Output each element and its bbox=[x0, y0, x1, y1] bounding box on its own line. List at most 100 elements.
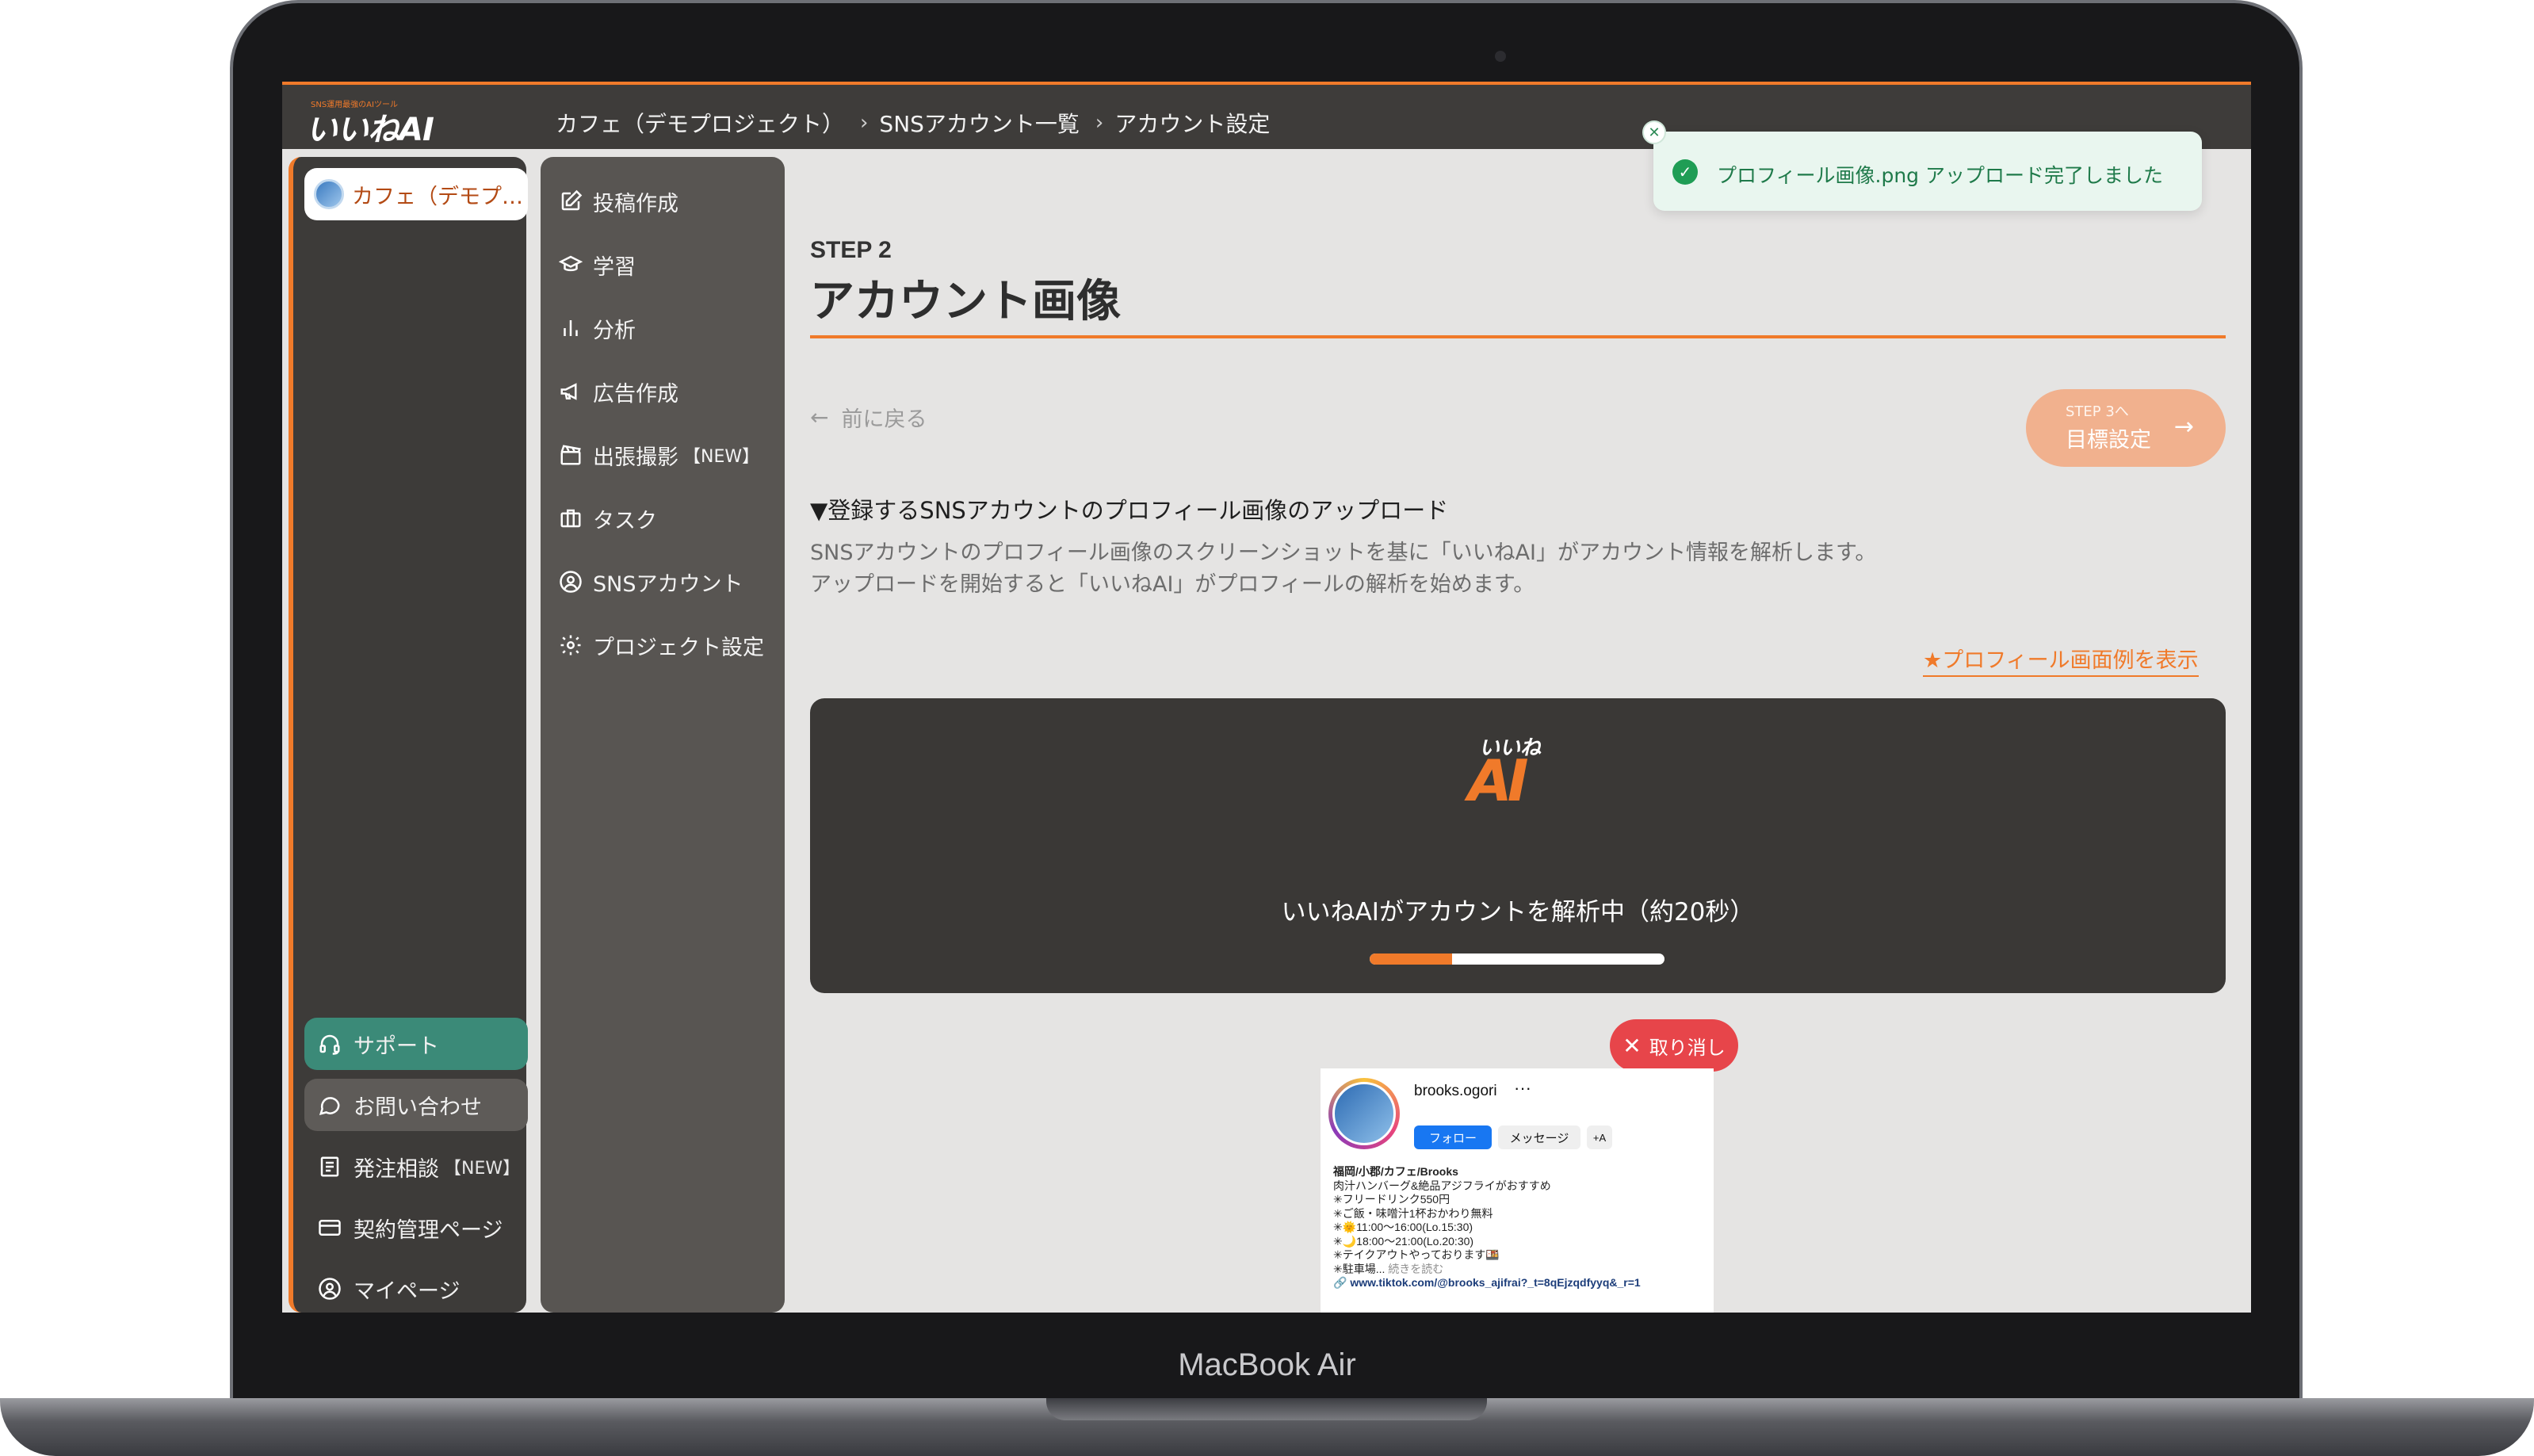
nav-item-label: 出張撮影 bbox=[593, 445, 678, 470]
nav-item-tasks[interactable]: タスク bbox=[556, 496, 657, 541]
bio-name: 福岡/小郡/カフェ/Brooks bbox=[1333, 1165, 1458, 1178]
laptop-hinge-notch bbox=[1046, 1398, 1487, 1420]
bio-link: 🔗 www.tiktok.com/@brooks_ajifrai?_t=8qEj… bbox=[1333, 1276, 1706, 1290]
page-title: アカウント画像 bbox=[810, 276, 1121, 327]
bio-line: 肉汁ハンバーグ&絶品アジフライがおすすめ bbox=[1333, 1179, 1551, 1192]
nav-item-project-settings[interactable]: プロジェクト設定 bbox=[556, 623, 764, 667]
nav-item-label: 学習 bbox=[593, 254, 636, 280]
close-icon: ✕ bbox=[1622, 1032, 1642, 1059]
description-line: SNSアカウントのプロフィール画像のスクリーンショットを基に「いいねAI」がアカ… bbox=[810, 541, 1877, 565]
sidebar-nav: 投稿作成 学習 分析 広告作成 出張撮影 【NEW】 タスク SNSアカウント bbox=[541, 157, 785, 1313]
bio-parking: ✳︎駐車場... bbox=[1333, 1262, 1385, 1275]
iine-ai-logo: いいね AI bbox=[1468, 732, 1579, 814]
edit-icon bbox=[556, 187, 585, 216]
bio-line: ✳︎テイクアウトやっております🍱 bbox=[1333, 1248, 1500, 1261]
breadcrumb-account-settings: アカウント設定 bbox=[1114, 111, 1271, 137]
contract-management-label: 契約管理ページ bbox=[354, 1217, 503, 1243]
camera bbox=[1495, 51, 1506, 62]
headset-icon bbox=[315, 1030, 344, 1058]
briefcase-icon bbox=[556, 504, 585, 533]
megaphone-icon bbox=[556, 377, 585, 406]
follow-button: フォロー bbox=[1414, 1125, 1492, 1149]
nav-item-sns-accounts[interactable]: SNSアカウント bbox=[556, 560, 743, 604]
screen: SNS運用最強のAIツール いいねAI カフェ（デモプロジェクト） › SNSア… bbox=[282, 82, 2251, 1313]
more-options-icon: ··· bbox=[1514, 1078, 1531, 1098]
add-user-icon: +A bbox=[1587, 1125, 1612, 1149]
bar-chart-icon bbox=[556, 314, 585, 342]
analysis-panel: いいね AI いいねAIがアカウントを解析中（約20秒） bbox=[810, 698, 2226, 993]
order-consultation-label: 発注相談 bbox=[354, 1156, 439, 1182]
app-logo-wordmark: いいねAI bbox=[306, 112, 434, 148]
show-profile-example-link[interactable]: ★プロフィール画面例を表示 bbox=[1923, 643, 2199, 677]
project-selector[interactable]: カフェ（デモプロジェクト） bbox=[304, 168, 528, 220]
profile-avatar bbox=[1328, 1078, 1400, 1149]
arrow-left-icon: ← bbox=[810, 404, 829, 430]
chevron-right-icon: › bbox=[860, 111, 869, 135]
next-step-label: 目標設定 bbox=[2066, 428, 2151, 453]
breadcrumb-project[interactable]: カフェ（デモプロジェクト） bbox=[556, 107, 844, 139]
app-logo[interactable]: SNS運用最強のAIツール いいねAI bbox=[306, 101, 464, 148]
graduation-cap-icon bbox=[556, 250, 585, 279]
order-consultation-button[interactable]: 発注相談 【NEW】 bbox=[304, 1141, 528, 1193]
back-button[interactable]: ← 前に戻る bbox=[810, 402, 927, 433]
chat-bubble-icon bbox=[315, 1091, 344, 1119]
bio-link-text: www.tiktok.com/@brooks_ajifrai?_t=8qEjzq… bbox=[1350, 1276, 1641, 1289]
bio-line: ✳︎フリードリンク550円 bbox=[1333, 1193, 1450, 1206]
next-step-button[interactable]: STEP 3へ 目標設定 → bbox=[2026, 389, 2226, 467]
title-divider bbox=[810, 335, 2226, 338]
document-icon bbox=[315, 1152, 344, 1181]
chevron-right-icon: › bbox=[1095, 111, 1104, 135]
nav-item-label: SNSアカウント bbox=[593, 571, 743, 597]
toast-message: プロフィール画像.png アップロード完了しました bbox=[1717, 164, 2163, 187]
support-button[interactable]: サポート bbox=[304, 1018, 528, 1070]
project-selector-label: カフェ（デモプロジェクト） bbox=[352, 184, 528, 209]
nav-item-label: 投稿作成 bbox=[593, 191, 678, 216]
breadcrumb: カフェ（デモプロジェクト） › SNSアカウント一覧 › アカウント設定 bbox=[556, 107, 1270, 139]
section-heading: ▼登録するSNSアカウントのプロフィール画像のアップロード bbox=[810, 497, 1449, 524]
nav-item-post-create[interactable]: 投稿作成 bbox=[556, 179, 678, 224]
check-circle-icon: ✓ bbox=[1672, 159, 1698, 185]
nav-item-label: 広告作成 bbox=[593, 381, 678, 407]
analysis-progress-fill bbox=[1370, 953, 1453, 965]
clapperboard-icon bbox=[556, 441, 585, 469]
mypage-button[interactable]: マイページ bbox=[304, 1263, 528, 1313]
contract-management-button[interactable]: 契約管理ページ bbox=[304, 1202, 528, 1254]
new-badge: 【NEW】 bbox=[444, 1159, 521, 1179]
link-icon: 🔗 bbox=[1333, 1276, 1351, 1289]
user-circle-icon bbox=[315, 1274, 344, 1303]
sidebar-left: カフェ（デモプロジェクト） サポート お問い合わせ 発注相談 【NEW】 bbox=[289, 157, 528, 1313]
arrow-right-icon: → bbox=[2173, 413, 2194, 441]
nav-item-learning[interactable]: 学習 bbox=[556, 243, 636, 287]
analysis-status: いいねAIがアカウントを解析中（約20秒） bbox=[1281, 898, 1755, 927]
cancel-upload-label: 取り消し bbox=[1649, 1036, 1726, 1059]
message-button: メッセージ bbox=[1498, 1125, 1580, 1149]
step-label: STEP 2 bbox=[810, 237, 892, 263]
profile-username: brooks.ogori bbox=[1414, 1083, 1497, 1099]
logo-bottom-text: AI bbox=[1468, 747, 1528, 814]
mypage-label: マイページ bbox=[354, 1278, 461, 1304]
new-badge: 【NEW】 bbox=[683, 447, 760, 467]
nav-item-label: タスク bbox=[593, 508, 657, 533]
description-line: アップロードを開始すると「いいねAI」がプロフィールの解析を始めます。 bbox=[810, 572, 1535, 597]
close-icon[interactable]: ✕ bbox=[1642, 120, 1666, 144]
credit-card-icon bbox=[315, 1213, 344, 1242]
breadcrumb-sns-accounts[interactable]: SNSアカウント一覧 bbox=[879, 107, 1080, 139]
user-circle-icon bbox=[556, 567, 585, 596]
nav-item-analytics[interactable]: 分析 bbox=[556, 306, 636, 350]
contact-label: お問い合わせ bbox=[354, 1095, 482, 1120]
uploaded-profile-screenshot: brooks.ogori ··· フォロー メッセージ +A 福岡/小郡/カフェ… bbox=[1321, 1068, 1714, 1313]
bio-line: ✳︎🌙18:00〜21:00(Lo.20:30) bbox=[1333, 1234, 1474, 1248]
bio-read-more: 続きを読む bbox=[1388, 1262, 1444, 1275]
nav-item-onsite-shooting[interactable]: 出張撮影 【NEW】 bbox=[556, 433, 759, 477]
bio-line: ✳︎🌞11:00〜16:00(Lo.15:30) bbox=[1333, 1221, 1473, 1233]
cancel-upload-button[interactable]: ✕ 取り消し bbox=[1610, 1019, 1738, 1072]
nav-item-label: プロジェクト設定 bbox=[593, 635, 764, 660]
contact-button[interactable]: お問い合わせ bbox=[304, 1079, 528, 1131]
bio-line: ✳︎ご飯・味噌汁1杯おかわり無料 bbox=[1333, 1206, 1493, 1220]
gear-icon bbox=[556, 631, 585, 659]
project-avatar bbox=[314, 179, 344, 209]
device-label: MacBook Air bbox=[1178, 1347, 1356, 1382]
analysis-progress-bar bbox=[1370, 953, 1664, 965]
next-step-caption: STEP 3へ bbox=[2066, 403, 2129, 420]
nav-item-ad-create[interactable]: 広告作成 bbox=[556, 369, 678, 414]
